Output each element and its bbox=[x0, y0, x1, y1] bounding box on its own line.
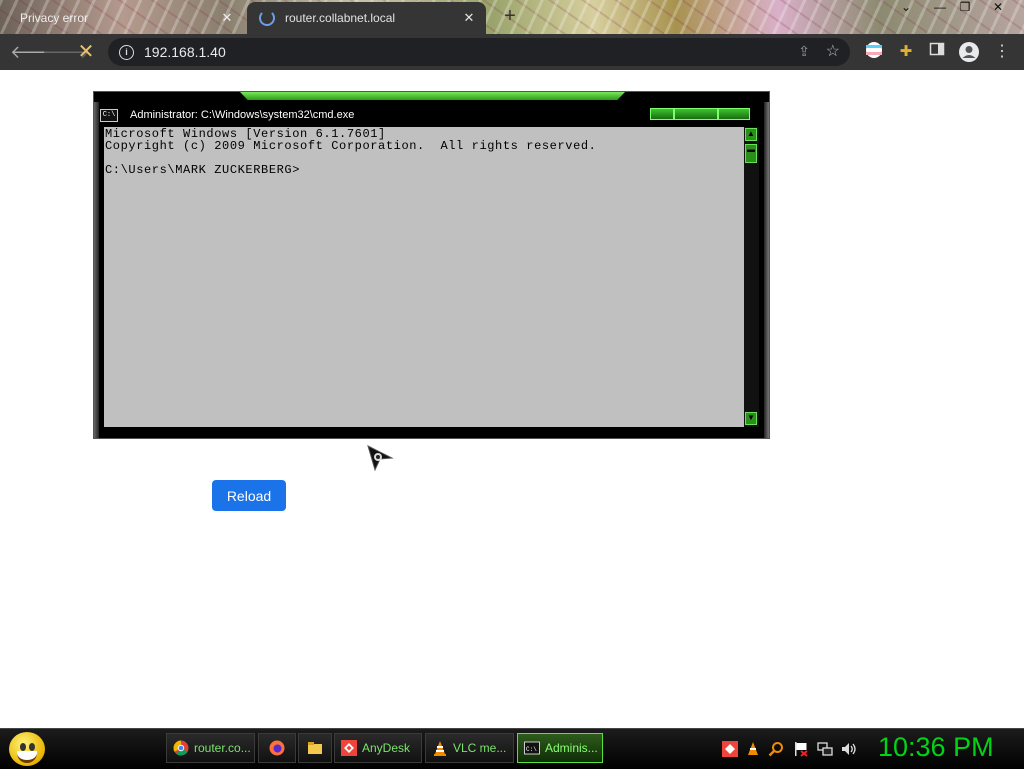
tab-search-icon[interactable]: ⌄ bbox=[894, 0, 918, 16]
minimize-icon[interactable]: — bbox=[928, 0, 952, 16]
share-icon[interactable]: ⇪ bbox=[798, 43, 810, 60]
taskbar-item-vlc[interactable]: VLC me... bbox=[425, 733, 514, 763]
svg-text:C:\: C:\ bbox=[526, 746, 537, 753]
tab-close-icon[interactable]: ✕ bbox=[460, 10, 478, 26]
back-arrow-icon[interactable]: 🡐 bbox=[10, 40, 58, 64]
smiley-eye bbox=[20, 743, 26, 751]
taskbar-item-explorer[interactable] bbox=[298, 733, 332, 763]
tab-privacy-error[interactable]: Privacy error ✕ bbox=[8, 2, 244, 34]
network-icon[interactable] bbox=[817, 741, 833, 757]
taskbar-item-label: VLC me... bbox=[453, 741, 507, 755]
loading-spinner-icon bbox=[259, 10, 275, 26]
anydesk-icon bbox=[341, 740, 357, 756]
smiley-eye bbox=[29, 743, 35, 751]
taskbar-item-label: AnyDesk bbox=[362, 741, 411, 755]
stop-loading-icon[interactable]: ✕ bbox=[74, 40, 98, 64]
anydesk-tray-icon[interactable] bbox=[722, 741, 738, 757]
mouse-pointer-icon bbox=[366, 444, 394, 472]
taskbar: router.co... AnyDesk VLC me... C:\ Admin… bbox=[0, 728, 1024, 769]
window-frame-right bbox=[764, 102, 769, 438]
folder-icon bbox=[308, 742, 322, 754]
tab-title: router.collabnet.local bbox=[285, 11, 396, 25]
scroll-thumb[interactable]: ▬ bbox=[745, 144, 757, 163]
cmd-close-button[interactable] bbox=[718, 108, 750, 120]
tab-router-collabnet[interactable]: router.collabnet.local ✕ bbox=[247, 2, 486, 34]
url-text[interactable]: 192.168.1.40 bbox=[144, 44, 226, 60]
cmd-icon: C:\ bbox=[100, 108, 118, 122]
scroll-down-arrow-icon[interactable]: ▼ bbox=[745, 412, 757, 425]
browser-toolbar: 🡐 🡒 ✕ i 192.168.1.40 ⇪ ☆ ✚ ⋮ bbox=[0, 34, 1024, 70]
address-bar[interactable]: i 192.168.1.40 ⇪ ☆ bbox=[108, 38, 850, 66]
cmd-titlebar[interactable]: C:\ Administrator: C:\Windows\system32\c… bbox=[100, 104, 760, 126]
cmd-icon: C:\ bbox=[524, 741, 540, 755]
smiley-mouth bbox=[17, 751, 37, 763]
forward-arrow-icon[interactable]: 🡒 bbox=[42, 40, 90, 64]
restore-icon[interactable]: ❐ bbox=[953, 0, 977, 16]
side-panel-icon[interactable] bbox=[926, 41, 948, 63]
cmd-minimize-button[interactable] bbox=[650, 108, 674, 120]
tab-close-icon[interactable]: ✕ bbox=[218, 10, 236, 26]
taskbar-item-label: Adminis... bbox=[545, 741, 598, 755]
more-menu-icon[interactable]: ⋮ bbox=[991, 41, 1013, 63]
taskbar-item-firefox[interactable] bbox=[258, 733, 296, 763]
cmd-maximize-button[interactable] bbox=[674, 108, 718, 120]
search-tray-icon[interactable] bbox=[768, 741, 784, 757]
console-area[interactable]: Microsoft Windows [Version 6.1.7601] Cop… bbox=[104, 127, 744, 427]
new-tab-button[interactable]: + bbox=[500, 5, 520, 28]
vlc-cone-icon bbox=[434, 741, 446, 756]
taskbar-item-label: router.co... bbox=[194, 741, 251, 755]
console-text: Microsoft Windows [Version 6.1.7601] Cop… bbox=[105, 127, 597, 177]
site-info-icon[interactable]: i bbox=[119, 44, 134, 60]
taskbar-item-cmd[interactable]: C:\ Adminis... bbox=[517, 733, 603, 763]
bookmark-star-icon[interactable]: ☆ bbox=[826, 41, 840, 61]
scroll-up-arrow-icon[interactable]: ▲ bbox=[745, 128, 757, 141]
title-glow-bar bbox=[240, 92, 625, 100]
window-close-icon[interactable]: ✕ bbox=[986, 0, 1010, 16]
chrome-icon bbox=[173, 740, 189, 756]
taskbar-item-anydesk[interactable]: AnyDesk bbox=[334, 733, 422, 763]
browser-tab-strip: Privacy error ✕ router.collabnet.local ✕… bbox=[0, 0, 1024, 34]
console-scrollbar[interactable]: ▲ ▬ ▼ bbox=[744, 127, 759, 427]
volume-icon[interactable] bbox=[841, 741, 857, 757]
tab-title: Privacy error bbox=[20, 11, 89, 25]
taskbar-item-chrome[interactable]: router.co... bbox=[166, 733, 255, 763]
reload-button[interactable]: Reload bbox=[212, 480, 286, 511]
account-avatar-icon[interactable] bbox=[958, 41, 980, 63]
cmd-window-title: Administrator: C:\Windows\system32\cmd.e… bbox=[130, 109, 355, 121]
system-clock[interactable]: 10:36 PM bbox=[878, 732, 994, 763]
vlc-tray-icon[interactable] bbox=[745, 741, 761, 757]
cmd-window[interactable]: C:\ Administrator: C:\Windows\system32\c… bbox=[93, 91, 770, 439]
action-center-flag-icon[interactable] bbox=[793, 741, 809, 757]
firefox-icon bbox=[269, 740, 285, 756]
start-smiley-icon[interactable] bbox=[9, 732, 45, 766]
window-frame-left bbox=[94, 102, 99, 438]
profile-flag-icon[interactable] bbox=[863, 41, 885, 63]
extensions-puzzle-icon[interactable]: ✚ bbox=[895, 41, 917, 63]
